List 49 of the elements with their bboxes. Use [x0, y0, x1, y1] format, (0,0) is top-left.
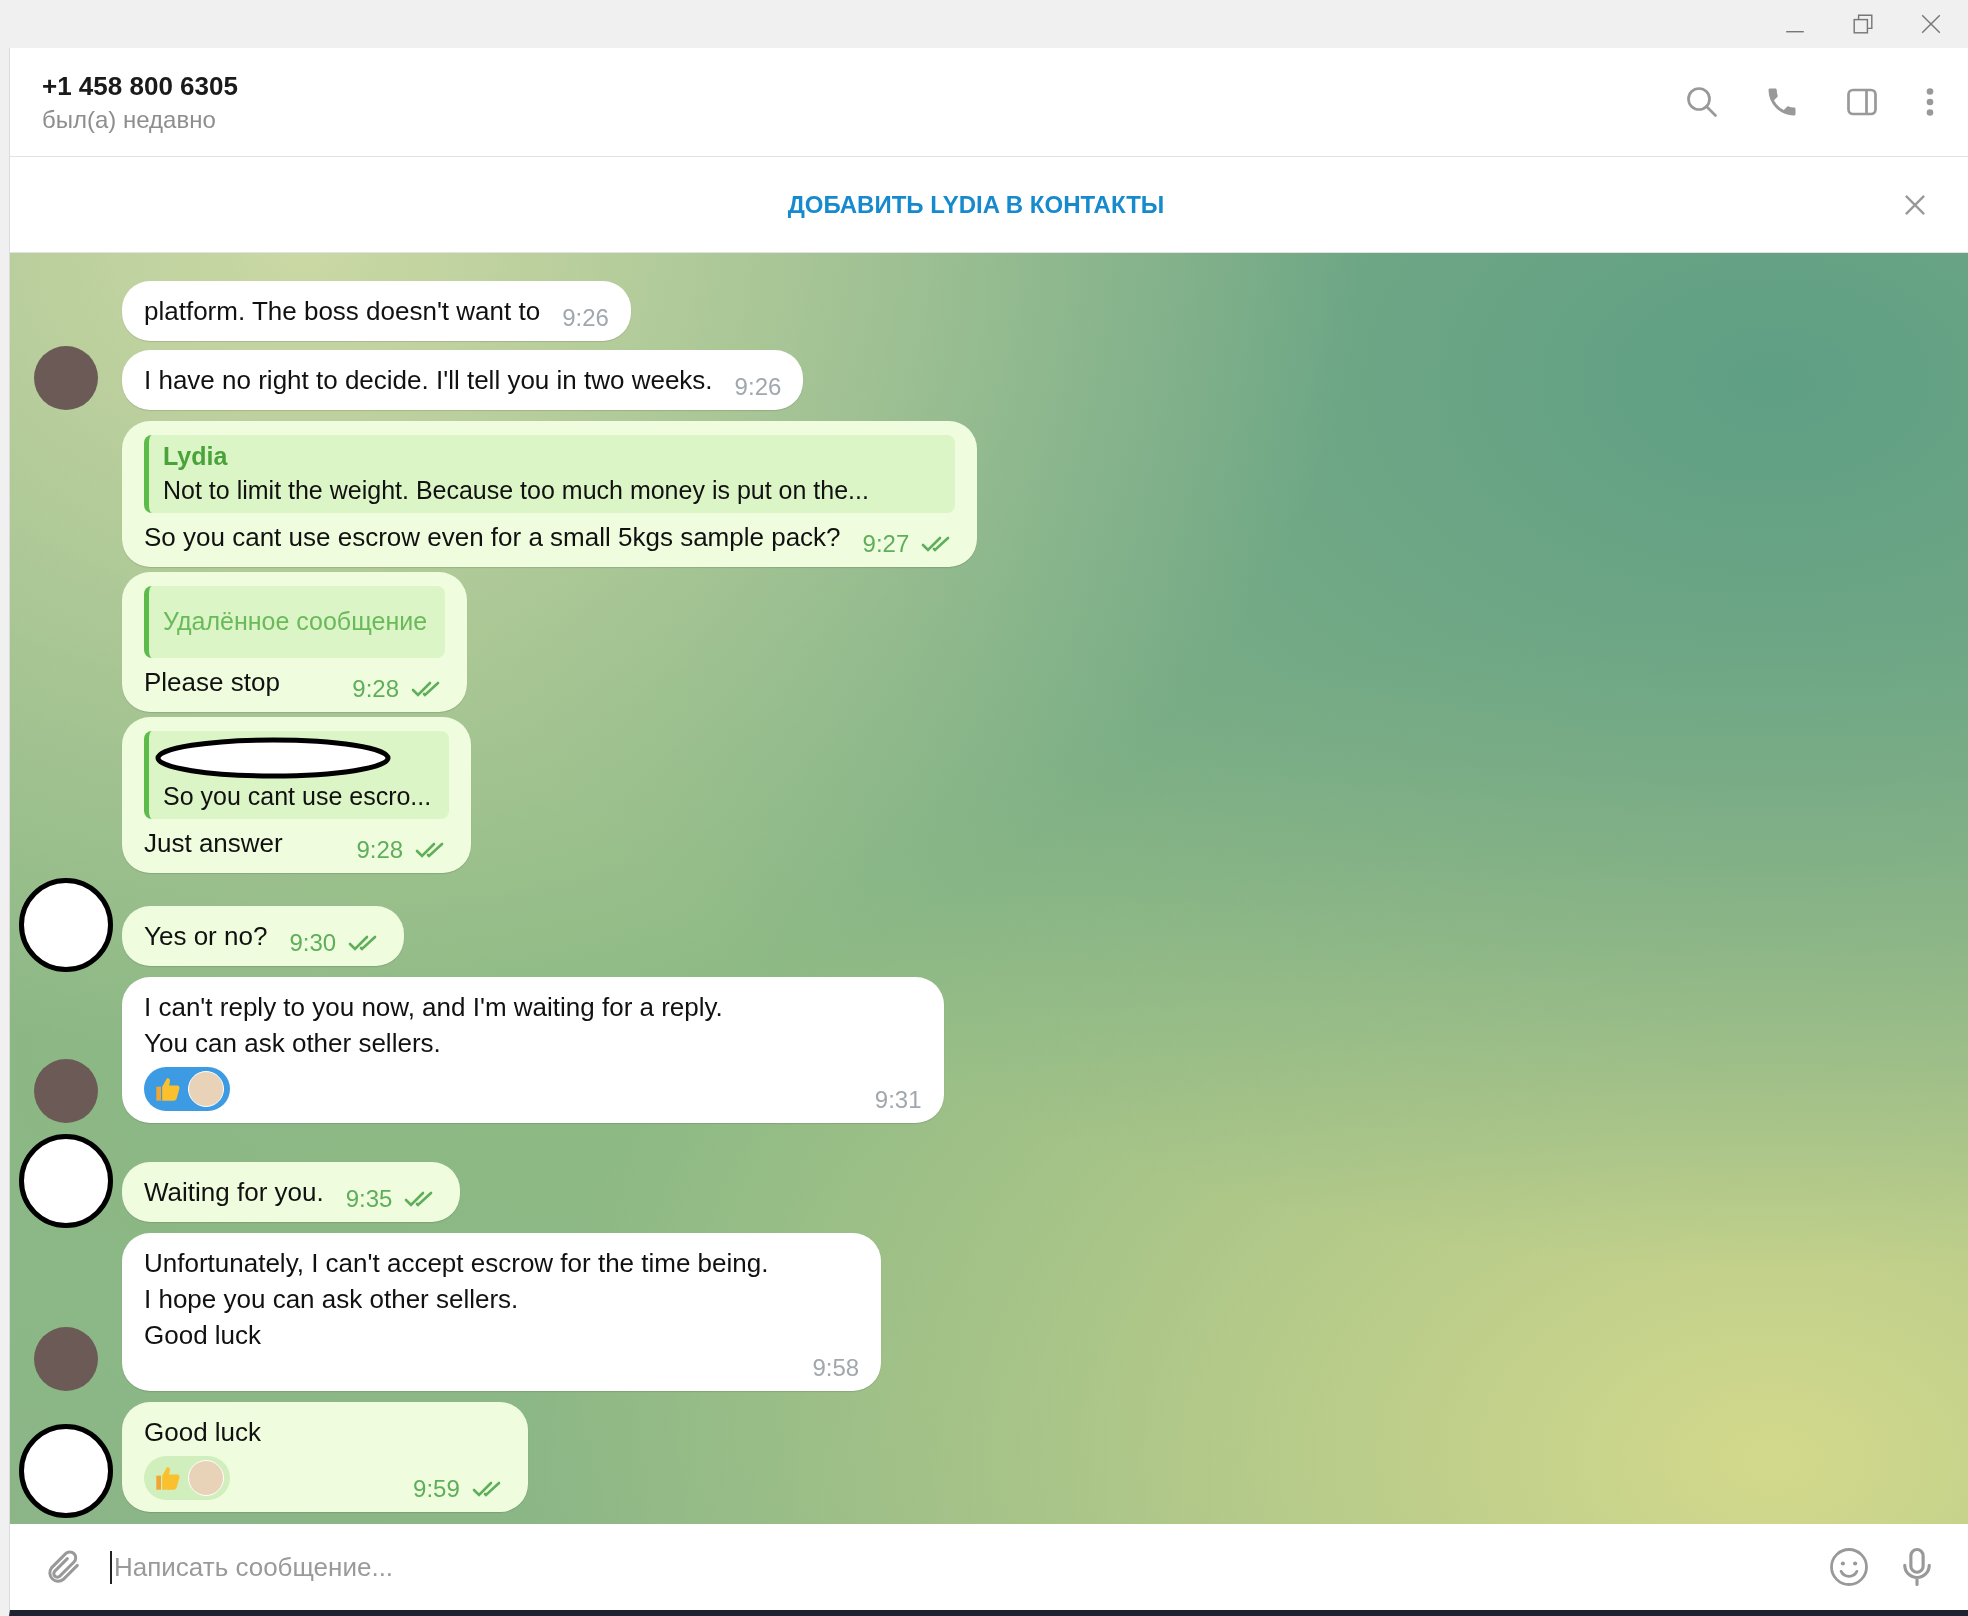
incoming-message-bubble[interactable]: Unfortunately, I can't accept escrow for the time being. I hope you can ask other sellers. Good luck 9:58	[122, 1233, 882, 1391]
message-time: 9:58	[812, 1353, 860, 1383]
search-icon[interactable]	[1684, 84, 1720, 120]
reply-quote[interactable]: So you cant use escro...	[144, 731, 450, 819]
deleted-message-text: Удалённое сообщение	[163, 606, 428, 637]
contact-name: +1 458 800 6305	[42, 70, 239, 102]
add-contact-link[interactable]: ДОБАВИТЬ LYDIA В КОНТАКТЫ	[50, 189, 1902, 220]
message-text: Waiting for you.	[144, 1176, 324, 1209]
message-text: Just answer	[144, 827, 283, 860]
message-text: Yes or no?	[144, 920, 268, 953]
thumbs-up-icon	[154, 1464, 182, 1492]
incoming-message-bubble[interactable]: I have no right to decide. I'll tell you in two weeks. 9:26	[122, 350, 804, 410]
reaction-chip[interactable]	[144, 1456, 230, 1500]
message-text: Good luck	[144, 1416, 262, 1449]
outgoing-message-bubble[interactable]: Lydia Not to limit the weight. Because too much money is put on the... So you cant use escrow even for a small 5kgs sample pack? 9:27	[122, 421, 978, 567]
outgoing-message-bubble[interactable]: Good luck 9:59	[122, 1402, 528, 1512]
message-time: 9:28	[352, 674, 400, 704]
message-time: 9:26	[562, 303, 609, 333]
message-text: Unfortunately, I can't accept escrow for the time being. I hope you can ask other sellers. Good luck	[144, 1247, 769, 1352]
message-time: 9:35	[345, 1184, 393, 1214]
message-time: 9:26	[734, 372, 782, 402]
last-seen-status: был(а) недавно	[42, 105, 217, 134]
message-text: So you cant use escrow even for a small 5kgs sample pack?	[144, 521, 841, 554]
outgoing-message-bubble[interactable]: So you cant use escro... Just answer 9:28	[122, 717, 472, 873]
reaction-chip[interactable]	[144, 1067, 230, 1111]
message-time: 9:31	[874, 1085, 922, 1115]
outgoing-message-bubble[interactable]: Waiting for you. 9:35	[122, 1162, 461, 1222]
message-text: Please stop	[144, 666, 280, 699]
message-time: 9:28	[356, 835, 404, 865]
outgoing-message-bubble[interactable]: Yes or no? 9:30	[122, 906, 405, 966]
reply-text: Not to limit the weight. Because too much money is put on the...	[163, 475, 870, 506]
outgoing-message-bubble[interactable]: Удалённое сообщение Please stop 9:28	[122, 572, 468, 712]
message-time: 9:30	[289, 928, 337, 958]
reactor-avatar-placeholder	[188, 1071, 224, 1107]
reactor-avatar-placeholder	[188, 1460, 224, 1496]
restore-icon[interactable]	[1852, 13, 1874, 35]
message-time: 9:27	[862, 529, 910, 559]
close-icon[interactable]	[1920, 13, 1942, 35]
incoming-message-bubble[interactable]: I can't reply to you now, and I'm waiting for a reply. You can ask other sellers. 9:31	[122, 977, 944, 1123]
message-text: I can't reply to you now, and I'm waiting for a reply. You can ask other sellers.	[144, 991, 723, 1060]
message-time: 9:59	[413, 1474, 460, 1504]
incoming-message-bubble[interactable]: platform. The boss doesn't want to 9:26	[122, 281, 631, 341]
smiley-icon[interactable]	[1828, 1546, 1870, 1588]
reply-author: Lydia	[163, 441, 229, 472]
reply-text: So you cant use escro...	[163, 781, 432, 812]
message-text: platform. The boss doesn't want to	[144, 295, 541, 328]
thumbs-up-icon	[154, 1075, 182, 1103]
reply-quote[interactable]: Lydia Not to limit the weight. Because too much money is put on the...	[144, 435, 956, 513]
message-text: I have no right to decide. I'll tell you in two weeks.	[144, 364, 713, 397]
